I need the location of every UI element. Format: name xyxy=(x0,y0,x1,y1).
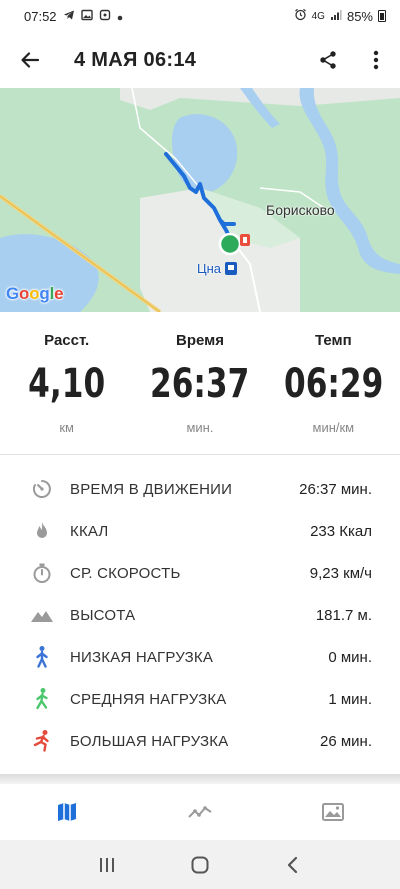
nav-back-button[interactable] xyxy=(273,845,313,885)
detail-label: СРЕДНЯЯ НАГРУЗКА xyxy=(70,690,227,708)
notification-badge-icon xyxy=(99,9,111,24)
app-bar: 4 МАЯ 06:14 xyxy=(0,36,400,84)
recents-button[interactable] xyxy=(87,845,127,885)
summary-stats: Расст. 4,10 км Время 26:37 мин. Темп 06:… xyxy=(0,332,400,442)
detail-label: НИЗКАЯ НАГРУЗКА xyxy=(70,648,214,666)
route-map[interactable]: Борисково Цна Google xyxy=(0,88,400,312)
walker-blue-icon xyxy=(30,645,54,669)
signal-icon xyxy=(330,9,342,24)
stat-time: Время 26:37 мин. xyxy=(133,332,266,442)
detail-label: ВЫСОТА xyxy=(70,606,136,624)
walker-green-icon xyxy=(30,687,54,711)
detail-value: 181.7 м. xyxy=(315,606,372,624)
tab-chart[interactable] xyxy=(133,784,266,840)
detail-value: 233 Ккал xyxy=(310,522,372,540)
detail-label: БОЛЬШАЯ НАГРУЗКА xyxy=(70,732,229,750)
detail-value: 9,23 км/ч xyxy=(309,564,372,582)
dot-icon xyxy=(117,9,123,24)
stat-pace-value: 06:29 xyxy=(283,361,383,407)
timer-icon xyxy=(30,477,54,501)
back-button[interactable] xyxy=(6,36,54,84)
detail-label: ККАЛ xyxy=(70,522,109,540)
more-vert-icon xyxy=(373,50,379,70)
home-button[interactable] xyxy=(180,845,220,885)
stat-pace-unit: мин/км xyxy=(312,420,355,435)
map-icon xyxy=(57,803,76,821)
tab-map[interactable] xyxy=(0,784,133,840)
stat-distance: Расст. 4,10 км xyxy=(0,332,133,442)
map-label-station: Цна xyxy=(197,261,222,276)
mountain-icon xyxy=(30,603,54,627)
tab-photos[interactable] xyxy=(267,784,400,840)
detail-row-high-load: БОЛЬШАЯ НАГРУЗКА 26 мин. xyxy=(0,720,400,762)
chart-line-icon xyxy=(188,806,212,818)
details-list: ВРЕМЯ В ДВИЖЕНИИ 26:37 мин. ККАЛ 233 Кка… xyxy=(0,468,400,762)
arrow-left-icon xyxy=(21,52,40,68)
detail-value: 26 мин. xyxy=(320,732,372,750)
status-time: 07:52 xyxy=(24,8,57,24)
status-left: 07:52 xyxy=(24,9,123,24)
alarm-icon xyxy=(294,8,307,24)
google-logo: Google xyxy=(6,284,64,303)
battery-icon xyxy=(378,10,386,22)
status-bar: 07:52 4G 85% xyxy=(0,0,400,32)
detail-row-altitude: ВЫСОТА 181.7 м. xyxy=(0,594,400,636)
status-right: 4G 85% xyxy=(294,8,386,24)
detail-label: ВРЕМЯ В ДВИЖЕНИИ xyxy=(70,480,233,498)
detail-row-low-load: НИЗКАЯ НАГРУЗКА 0 мин. xyxy=(0,636,400,678)
more-options-button[interactable] xyxy=(352,36,400,84)
stopwatch-icon xyxy=(30,561,54,585)
battery-percent: 85% xyxy=(346,8,373,24)
share-icon xyxy=(320,51,336,69)
detail-value: 1 мин. xyxy=(328,690,372,708)
flame-icon xyxy=(30,519,54,543)
back-icon xyxy=(288,856,298,873)
stat-pace: Темп 06:29 мин/км xyxy=(267,332,400,442)
stat-pace-label: Темп xyxy=(314,332,352,349)
page-title: 4 МАЯ 06:14 xyxy=(74,48,197,71)
map-canvas xyxy=(0,88,400,312)
divider xyxy=(0,454,400,455)
runner-red-icon xyxy=(30,729,54,753)
bottom-tabs xyxy=(0,784,400,840)
tabs-shadow xyxy=(0,774,400,784)
telegram-icon xyxy=(63,9,75,24)
network-type: 4G xyxy=(311,10,325,22)
detail-row-medium-load: СРЕДНЯЯ НАГРУЗКА 1 мин. xyxy=(0,678,400,720)
detail-row-moving-time: ВРЕМЯ В ДВИЖЕНИИ 26:37 мин. xyxy=(0,468,400,510)
stat-distance-value: 4,10 xyxy=(28,361,106,407)
share-button[interactable] xyxy=(304,36,352,84)
stat-distance-label: Расст. xyxy=(44,332,90,349)
stat-distance-unit: км xyxy=(59,420,74,435)
detail-label: СР. СКОРОСТЬ xyxy=(70,564,181,582)
home-icon xyxy=(191,856,209,873)
stat-time-value: 26:37 xyxy=(150,361,250,407)
detail-row-kcal: ККАЛ 233 Ккал xyxy=(0,510,400,552)
system-nav-bar xyxy=(0,840,400,889)
detail-value: 0 мин. xyxy=(328,648,372,666)
recents-icon xyxy=(99,857,114,872)
detail-row-avg-speed: СР. СКОРОСТЬ 9,23 км/ч xyxy=(0,552,400,594)
map-label-village: Борисково xyxy=(266,202,335,218)
image-icon xyxy=(322,803,345,821)
detail-value: 26:37 мин. xyxy=(299,480,372,498)
gallery-icon xyxy=(80,9,93,24)
stat-time-unit: мин. xyxy=(186,420,214,435)
stat-time-label: Время xyxy=(175,332,224,349)
